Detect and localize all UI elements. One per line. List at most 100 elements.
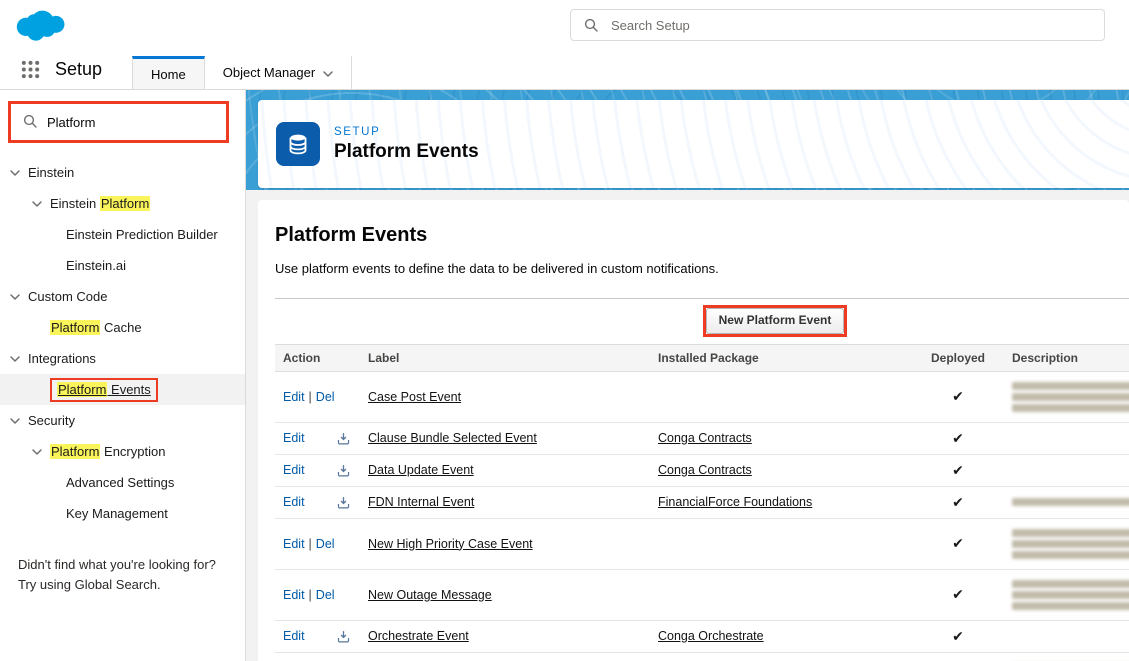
- event-row: Edit Clause Bundle Selected Event Conga Co…: [275, 422, 1129, 454]
- column-header-action: Action: [275, 344, 360, 371]
- deployed-check-icon: ✔: [952, 462, 964, 478]
- annotation-box: Platform Events: [50, 378, 158, 402]
- content-heading: Platform Events: [275, 224, 1129, 247]
- edit-link[interactable]: Edit: [283, 431, 305, 445]
- tab-object-manager[interactable]: Object Manager: [205, 56, 353, 89]
- description-cell: [1004, 371, 1129, 422]
- installed-package-cell: Conga Orchestrate: [650, 620, 912, 652]
- app-launcher-icon[interactable]: [20, 59, 41, 80]
- installed-package-link[interactable]: Conga Orchestrate: [658, 629, 764, 643]
- sidebar-item-platform-events[interactable]: Platform Events: [0, 374, 245, 405]
- description-cell: [1004, 422, 1129, 454]
- event-row: Edit FDN Internal Event FinancialForce Fou…: [275, 486, 1129, 518]
- description-cell: [1004, 620, 1129, 652]
- event-row: Edit|DelNew Outage Message✔: [275, 569, 1129, 620]
- description-cell: [1004, 569, 1129, 620]
- edit-link[interactable]: Edit: [283, 629, 305, 643]
- deployed-cell: ✔: [912, 422, 1004, 454]
- event-label-link[interactable]: Clause Bundle Selected Event: [368, 431, 537, 445]
- quick-find-input[interactable]: [11, 104, 226, 140]
- event-label-link[interactable]: New High Priority Case Event: [368, 537, 533, 551]
- label-cell: New High Priority Case Event: [360, 518, 650, 569]
- edit-link[interactable]: Edit: [283, 390, 305, 404]
- chevron-down-icon: [10, 294, 20, 300]
- app-name: Setup: [55, 59, 102, 80]
- action-cell: Edit|Del: [275, 518, 360, 569]
- description-cell: [1004, 486, 1129, 518]
- sidebar-item-label: Einstein.ai: [66, 258, 126, 273]
- sidebar-item-advanced-settings[interactable]: Advanced Settings: [0, 467, 245, 498]
- event-row: Edit Data Update Event Conga Contracts ✔: [275, 454, 1129, 486]
- search-highlight: Platform: [50, 320, 100, 335]
- sidebar-item-einstein-ai[interactable]: Einstein.ai: [0, 250, 245, 281]
- event-label-link[interactable]: Orchestrate Event: [368, 629, 469, 643]
- sidebar-item-einstein-prediction-builder[interactable]: Einstein Prediction Builder: [0, 219, 245, 250]
- event-label-link[interactable]: Data Update Event: [368, 463, 474, 477]
- description-cell: [1004, 454, 1129, 486]
- installed-package-cell: Conga Contracts: [650, 454, 912, 486]
- edit-link[interactable]: Edit: [283, 463, 305, 477]
- event-label-link[interactable]: Case Post Event: [368, 390, 461, 404]
- sidebar-item-security[interactable]: Security: [0, 405, 245, 436]
- chevron-down-icon: [10, 418, 20, 424]
- sidebar-item-custom-code[interactable]: Custom Code: [0, 281, 245, 312]
- chevron-down-icon: [10, 170, 20, 176]
- event-label-link[interactable]: New Outage Message: [368, 588, 492, 602]
- sidebar-item-integrations[interactable]: Integrations: [0, 343, 245, 374]
- deployed-check-icon: ✔: [952, 628, 964, 644]
- installed-package-icon: [337, 630, 350, 643]
- annotation-box-quick-find: [8, 101, 229, 143]
- event-row: Edit|DelCase Post Event✔: [275, 371, 1129, 422]
- installed-package-link[interactable]: Conga Contracts: [658, 431, 752, 445]
- installed-package-icon: [337, 464, 350, 477]
- installed-package-icon: [337, 496, 350, 509]
- global-search-input[interactable]: [570, 9, 1105, 41]
- deployed-check-icon: ✔: [952, 535, 964, 551]
- label-cell: Outage Message Date Update: [360, 652, 650, 661]
- search-icon: [23, 114, 37, 128]
- edit-link[interactable]: Edit: [283, 588, 305, 602]
- label-cell: Case Post Event: [360, 371, 650, 422]
- setup-tree: Einstein Einstein PlatformEinstein Predic…: [0, 157, 245, 529]
- sidebar-item-label: Platform Events: [57, 382, 151, 397]
- redacted-description-line: [1012, 393, 1129, 401]
- sidebar-item-label: Einstein: [28, 165, 74, 180]
- sidebar-item-einstein-platform[interactable]: Einstein Platform: [0, 188, 245, 219]
- del-link[interactable]: Del: [316, 537, 335, 551]
- column-header-deployed: Deployed: [912, 344, 1004, 371]
- annotation-box-new-button: New Platform Event: [703, 305, 848, 337]
- column-header-label: Label: [360, 344, 650, 371]
- events-list-container: New Platform Event ActionLabelInstalled …: [275, 298, 1129, 661]
- installed-package-cell: [650, 371, 912, 422]
- del-link[interactable]: Del: [316, 390, 335, 404]
- sidebar-item-key-management[interactable]: Key Management: [0, 498, 245, 529]
- setup-sidebar: Einstein Einstein PlatformEinstein Predic…: [0, 90, 246, 661]
- description-cell: [1004, 652, 1129, 661]
- redacted-description-line: [1012, 580, 1129, 588]
- new-platform-event-button[interactable]: New Platform Event: [706, 308, 845, 334]
- edit-link[interactable]: Edit: [283, 537, 305, 551]
- edit-link[interactable]: Edit: [283, 495, 305, 509]
- action-cell: Edit|Del: [275, 371, 360, 422]
- del-link[interactable]: Del: [316, 588, 335, 602]
- search-icon: [584, 18, 598, 32]
- label-cell: FDN Internal Event: [360, 486, 650, 518]
- page-title: Platform Events: [334, 141, 479, 163]
- search-highlight: Platform: [57, 382, 107, 397]
- sidebar-footer-line2: Try using Global Search.: [18, 575, 227, 595]
- action-cell: Edit: [275, 454, 360, 486]
- label-cell: Clause Bundle Selected Event: [360, 422, 650, 454]
- deployed-cell: ✔: [912, 518, 1004, 569]
- installed-package-icon: [337, 432, 350, 445]
- page-header-text: SETUP Platform Events: [334, 126, 479, 163]
- sidebar-item-platform-cache[interactable]: Platform Cache: [0, 312, 245, 343]
- chevron-down-icon: [10, 356, 20, 362]
- sidebar-item-platform-encryption[interactable]: Platform Encryption: [0, 436, 245, 467]
- installed-package-link[interactable]: Conga Contracts: [658, 463, 752, 477]
- redacted-description-line: [1012, 602, 1129, 610]
- tab-home[interactable]: Home: [132, 56, 205, 89]
- sidebar-item-einstein[interactable]: Einstein: [0, 157, 245, 188]
- event-label-link[interactable]: FDN Internal Event: [368, 495, 474, 509]
- content-intro: Use platform events to define the data t…: [275, 261, 1129, 276]
- installed-package-link[interactable]: FinancialForce Foundations: [658, 495, 812, 509]
